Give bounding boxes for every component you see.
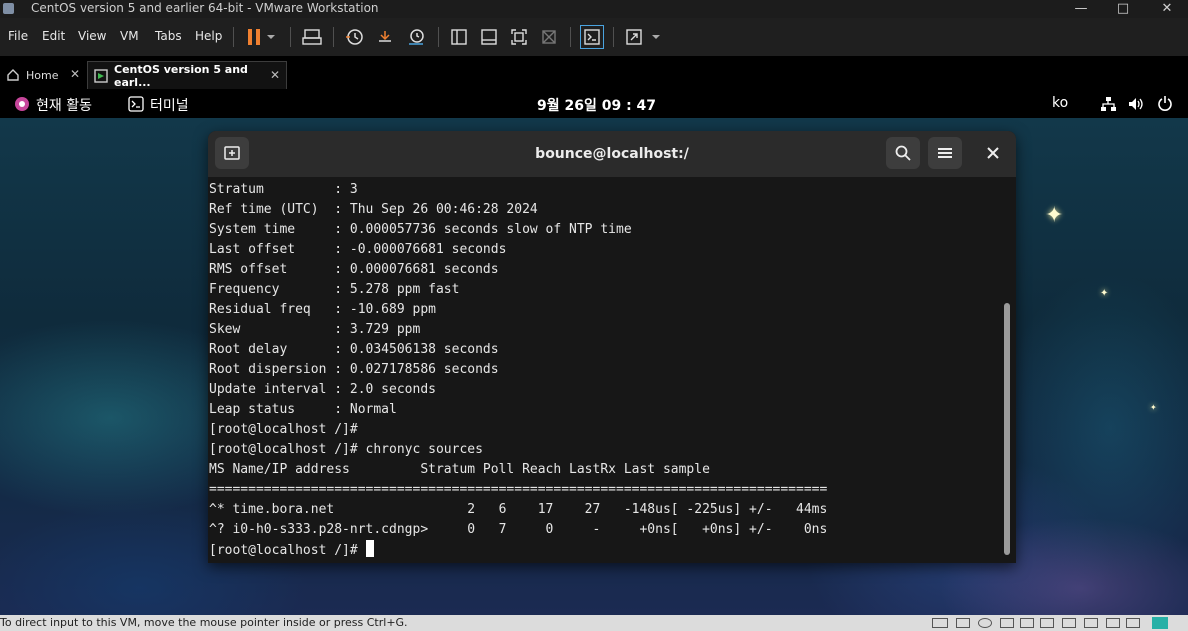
clock[interactable]: 9월 26일 09 : 47	[537, 95, 656, 115]
menu-tabs[interactable]: Tabs	[155, 29, 182, 43]
minimize-icon[interactable]: —	[1064, 0, 1098, 18]
close-tab-icon[interactable]: ✕	[70, 67, 80, 81]
network-adapter-icon[interactable]	[1000, 618, 1014, 628]
snapshot-manager-icon[interactable]	[404, 25, 428, 49]
prompt: [root@localhost /]#	[209, 543, 366, 558]
terminal-prompt-line[interactable]: [root@localhost /]#	[209, 540, 1001, 560]
app-menu[interactable]: 터미널	[150, 95, 189, 115]
stretch-guest-icon[interactable]	[622, 25, 646, 49]
terminal-line: ========================================…	[209, 482, 828, 497]
text-cursor	[365, 540, 374, 557]
close-icon[interactable]: ✕	[1150, 0, 1184, 18]
terminal-line: ^* time.bora.net 2 6 17 27 -148us[ -225u…	[209, 502, 828, 517]
toolbar-separator	[233, 27, 234, 47]
terminal-line: Stratum : 3	[209, 182, 358, 197]
terminal-header-bar: bounce@localhost:/	[208, 131, 1016, 177]
terminal-output[interactable]: Stratum : 3 Ref time (UTC) : Thu Sep 26 …	[209, 180, 1001, 563]
tab-bar: Home ✕ CentOS version 5 and earl... ✕	[0, 56, 1188, 90]
activities-icon	[14, 96, 30, 116]
maximize-icon[interactable]: □	[1106, 0, 1140, 18]
close-tab-icon[interactable]: ✕	[270, 68, 280, 82]
chevron-down-icon[interactable]	[648, 25, 664, 49]
send-ctrl-alt-del-icon[interactable]	[300, 25, 324, 49]
toolbar-separator	[613, 27, 614, 47]
console-view-icon[interactable]	[580, 25, 604, 49]
terminal-line: Last offset : -0.000076681 seconds	[209, 242, 507, 257]
star-decoration: ✦	[1045, 203, 1064, 228]
display-icon[interactable]	[1084, 618, 1098, 628]
terminal-line: [root@localhost /]#	[209, 422, 358, 437]
network-icon[interactable]	[1100, 96, 1116, 116]
menu-file[interactable]: File	[8, 29, 28, 43]
thumbnail-bar-icon[interactable]	[477, 25, 501, 49]
unity-icon[interactable]	[537, 25, 561, 49]
star-decoration: ✦	[1100, 288, 1109, 299]
hamburger-icon	[938, 148, 952, 158]
terminal-line: Ref time (UTC) : Thu Sep 26 00:46:28 202…	[209, 202, 538, 217]
floppy-icon[interactable]	[978, 618, 992, 628]
full-screen-icon[interactable]	[507, 25, 531, 49]
menu-vm[interactable]: VM	[120, 29, 139, 43]
search-button[interactable]	[886, 137, 920, 169]
toolbar-separator	[333, 27, 334, 47]
input-language[interactable]: ko	[1052, 95, 1068, 111]
home-icon	[6, 68, 20, 82]
close-button[interactable]	[976, 137, 1010, 169]
terminal-line: Root dispersion : 0.027178586 seconds	[209, 362, 499, 377]
terminal-window[interactable]: bounce@localhost:/ Stratum : 3 Ref time …	[208, 131, 1016, 563]
printer-icon[interactable]	[1062, 618, 1076, 628]
sound-icon[interactable]	[1040, 618, 1054, 628]
volume-icon[interactable]	[1128, 96, 1144, 116]
menu-edit[interactable]: Edit	[42, 29, 65, 43]
close-icon	[987, 147, 999, 159]
toolbar-separator	[570, 27, 571, 47]
terminal-line: RMS offset : 0.000076681 seconds	[209, 262, 499, 277]
snapshot-icon[interactable]	[342, 25, 366, 49]
scrollbar[interactable]	[1004, 303, 1010, 555]
tab-home[interactable]: Home ✕	[0, 61, 86, 89]
menu-help[interactable]: Help	[195, 29, 222, 43]
chevron-down-icon[interactable]	[263, 25, 279, 49]
gnome-top-bar: 현재 활동 터미널 9월 26일 09 : 47 ko	[0, 90, 1188, 118]
terminal-line: Frequency : 5.278 ppm fast	[209, 282, 460, 297]
terminal-line: System time : 0.000057736 seconds slow o…	[209, 222, 632, 237]
terminal-line: Residual freq : -10.689 ppm	[209, 302, 436, 317]
terminal-line: Update interval : 2.0 seconds	[209, 382, 436, 397]
window-title: CentOS version 5 and earlier 64-bit - VM…	[31, 1, 379, 15]
messages-icon[interactable]	[1106, 618, 1120, 628]
star-decoration: ✦	[1150, 403, 1157, 412]
tab-label: Home	[26, 68, 59, 82]
vm-icon	[94, 68, 108, 83]
cd-dvd-icon[interactable]	[956, 618, 970, 628]
terminal-line: ^? i0-h0-s333.p28-nrt.cdngp> 0 7 0 - +0n…	[209, 522, 828, 537]
trash-icon[interactable]	[1126, 618, 1140, 628]
terminal-app-icon	[128, 96, 144, 116]
tab-vm[interactable]: CentOS version 5 and earl... ✕	[87, 61, 287, 89]
toolbar-separator	[438, 27, 439, 47]
activities-button[interactable]: 현재 활동	[36, 95, 92, 115]
power-icon[interactable]	[1157, 95, 1173, 115]
terminal-line: Root delay : 0.034506138 seconds	[209, 342, 499, 357]
menu-toolbar: File Edit View VM Tabs Help	[0, 18, 1188, 56]
terminal-line: Leap status : Normal	[209, 402, 397, 417]
status-message: To direct input to this VM, move the mou…	[0, 616, 408, 629]
vmware-title-bar: CentOS version 5 and earlier 64-bit - VM…	[0, 0, 1188, 18]
toolbar-separator	[290, 27, 291, 47]
usb-icon[interactable]	[1020, 618, 1034, 628]
status-bar: To direct input to this VM, move the mou…	[0, 615, 1188, 631]
show-library-icon[interactable]	[447, 25, 471, 49]
menu-button[interactable]	[928, 137, 962, 169]
hard-disk-icon[interactable]	[932, 618, 948, 628]
tab-label: CentOS version 5 and earl...	[114, 62, 248, 89]
search-icon	[895, 145, 911, 161]
revert-snapshot-icon[interactable]	[373, 25, 397, 49]
terminal-line: Skew : 3.729 ppm	[209, 322, 421, 337]
vmware-tools-icon[interactable]	[1152, 617, 1168, 629]
vmware-logo-icon	[3, 3, 14, 14]
menu-view[interactable]: View	[78, 29, 106, 43]
terminal-line: [root@localhost /]# chronyc sources	[209, 442, 483, 457]
terminal-line: MS Name/IP address Stratum Poll Reach La…	[209, 462, 710, 477]
